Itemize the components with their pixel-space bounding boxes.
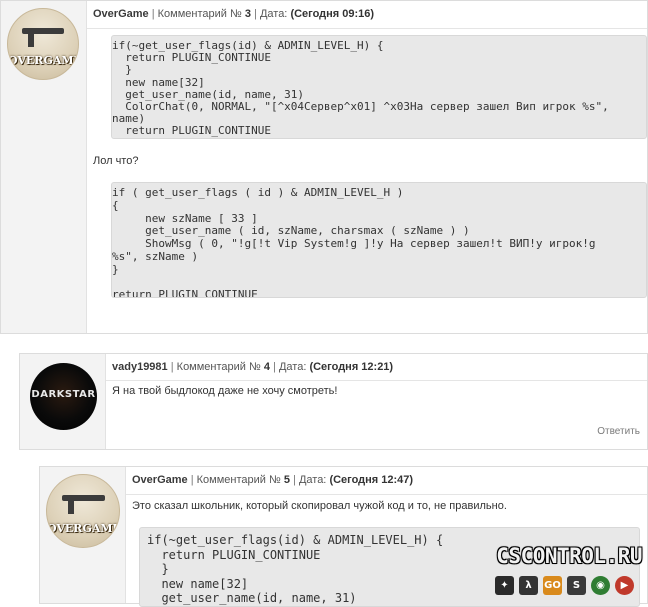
csgo-icon: GO: [543, 576, 562, 595]
date-label: Дата:: [298, 474, 327, 486]
comment-number: 5: [283, 474, 290, 486]
comment-number: 4: [263, 361, 270, 373]
reply-link[interactable]: Ответить: [597, 426, 640, 437]
comment-body: vady19981 | Комментарий № 4 | Дата: (Сег…: [106, 354, 647, 449]
comment-3: OVERGAME OverGame | Комментарий № 3 | Да…: [0, 0, 648, 334]
comment-date: (Сегодня 09:16): [290, 8, 375, 20]
comment-sidebar: OVERGAME: [40, 467, 126, 603]
game-icons: ✦ λ GO S ◉ ▶: [495, 576, 634, 595]
author-name[interactable]: OverGame: [132, 474, 188, 486]
counter-strike-icon: ✦: [495, 576, 514, 595]
date-label: Дата:: [278, 361, 307, 373]
comment-date: (Сегодня 12:21): [309, 361, 394, 373]
comment-text: Я на твой быдлокод даже не хочу смотреть…: [112, 385, 338, 397]
watermark-text: CSCONTROL.RU: [496, 544, 642, 568]
comment-number: 3: [244, 8, 251, 20]
comment-text: Лол что?: [93, 155, 139, 167]
avatar[interactable]: OVERGAME: [46, 474, 120, 548]
avatar[interactable]: DARKSTAR: [30, 363, 97, 430]
comment-header: vady19981 | Комментарий № 4 | Дата: (Сег…: [106, 354, 647, 381]
author-name[interactable]: vady19981: [112, 361, 168, 373]
author-name[interactable]: OverGame: [93, 8, 149, 20]
comment-header: OverGame | Комментарий № 3 | Дата: (Сего…: [87, 1, 647, 29]
comment-label: Комментарий №: [176, 361, 261, 373]
css-icon: S: [567, 576, 586, 595]
comment-label: Комментарий №: [157, 8, 242, 20]
gun-graphic: [68, 500, 74, 514]
avatar-logo-text: OVERGAME: [47, 522, 120, 535]
code-block: if(~get_user_flags(id) & ADMIN_LEVEL_H) …: [111, 35, 647, 139]
half-life-icon: λ: [519, 576, 538, 595]
code-block: if ( get_user_flags ( id ) & ADMIN_LEVEL…: [111, 182, 647, 298]
avatar-logo-text: OVERGAME: [8, 54, 79, 67]
avatar-logo-text: DARKSTAR: [31, 389, 96, 400]
comment-header: OverGame | Комментарий № 5 | Дата: (Сего…: [126, 467, 647, 495]
comment-label: Комментарий №: [196, 474, 281, 486]
comment-date: (Сегодня 12:47): [329, 474, 414, 486]
site-watermark: CSCONTROL.RU ✦ λ GO S ◉ ▶: [452, 544, 643, 604]
play-icon: ▶: [615, 576, 634, 595]
comment-sidebar: OVERGAME: [1, 1, 87, 333]
comment-text: Это сказал школьник, который скопировал …: [132, 500, 507, 512]
gun-graphic: [28, 33, 34, 47]
comment-body: OverGame | Комментарий № 3 | Дата: (Сего…: [87, 1, 647, 333]
globe-icon: ◉: [591, 576, 610, 595]
comment-sidebar: DARKSTAR: [20, 354, 106, 449]
avatar[interactable]: OVERGAME: [7, 8, 79, 80]
comment-4: DARKSTAR vady19981 | Комментарий № 4 | Д…: [19, 353, 648, 450]
date-label: Дата:: [259, 8, 288, 20]
